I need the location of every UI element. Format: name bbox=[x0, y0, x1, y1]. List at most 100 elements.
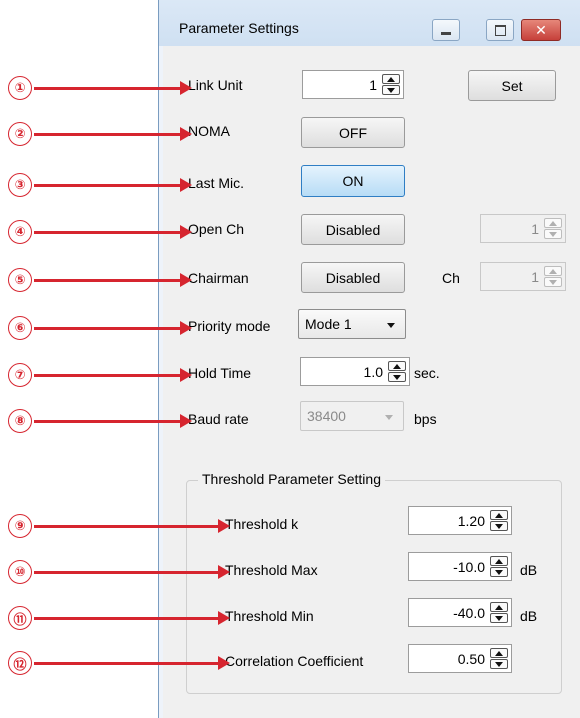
maximize-button[interactable] bbox=[486, 19, 514, 41]
callout-1: ① bbox=[8, 76, 192, 100]
hold-time-unit: sec. bbox=[414, 365, 440, 381]
arrow-right-icon bbox=[180, 178, 192, 192]
threshold-min-spinner[interactable]: -40.0 bbox=[408, 598, 512, 627]
callout-number: ⑧ bbox=[8, 409, 32, 433]
chairman-ch-label: Ch bbox=[442, 270, 460, 286]
arrow-right-icon bbox=[218, 565, 230, 579]
callout-arrow-line bbox=[34, 571, 222, 574]
priority-mode-select[interactable]: Mode 1 bbox=[298, 309, 406, 339]
callout-11: ⑪ bbox=[8, 606, 230, 630]
priority-mode-label: Priority mode bbox=[188, 318, 271, 334]
close-button[interactable]: ✕ bbox=[521, 19, 561, 41]
threshold-max-value: -10.0 bbox=[453, 559, 485, 575]
window-title: Parameter Settings bbox=[179, 20, 299, 36]
callout-number: ④ bbox=[8, 220, 32, 244]
priority-mode-value: Mode 1 bbox=[305, 316, 352, 332]
callout-8: ⑧ bbox=[8, 409, 192, 433]
callout-5: ⑤ bbox=[8, 268, 192, 292]
last-mic-toggle-button[interactable]: ON bbox=[301, 165, 405, 197]
threshold-max-spinner[interactable]: -10.0 bbox=[408, 552, 512, 581]
callout-arrow-line bbox=[34, 133, 184, 136]
threshold-max-unit: dB bbox=[520, 562, 538, 578]
link-unit-value: 1 bbox=[369, 77, 377, 93]
arrow-right-icon bbox=[180, 273, 192, 287]
spin-up-icon[interactable] bbox=[490, 602, 508, 612]
callout-number: ⑩ bbox=[8, 560, 32, 584]
hold-time-spinner[interactable]: 1.0 bbox=[300, 357, 410, 386]
spin-down-icon[interactable] bbox=[490, 567, 508, 577]
link-unit-spinner[interactable]: 1 bbox=[302, 70, 404, 99]
callout-number: ⑥ bbox=[8, 316, 32, 340]
chevron-down-icon bbox=[387, 323, 395, 328]
correlation-coefficient-value: 0.50 bbox=[457, 651, 485, 667]
chairman-label: Chairman bbox=[188, 270, 249, 286]
arrow-right-icon bbox=[180, 321, 192, 335]
spin-down-icon[interactable] bbox=[490, 521, 508, 531]
arrow-right-icon bbox=[180, 414, 192, 428]
chairman-ch-spinner: 1 bbox=[480, 262, 566, 291]
callout-2: ② bbox=[8, 122, 192, 146]
callout-9: ⑨ bbox=[8, 514, 230, 538]
noma-toggle-button[interactable]: OFF bbox=[301, 117, 405, 148]
threshold-min-value: -40.0 bbox=[453, 605, 485, 621]
chairman-toggle-button[interactable]: Disabled bbox=[301, 262, 405, 293]
spin-up-icon[interactable] bbox=[382, 74, 400, 84]
callout-arrow-line bbox=[34, 327, 184, 330]
spin-down-icon bbox=[544, 229, 562, 239]
spin-down-icon[interactable] bbox=[388, 372, 406, 382]
callout-arrow-line bbox=[34, 525, 222, 528]
baud-rate-select: 38400 bbox=[300, 401, 404, 431]
spin-down-icon[interactable] bbox=[490, 659, 508, 669]
callout-arrow-line bbox=[34, 184, 184, 187]
spin-up-icon[interactable] bbox=[388, 361, 406, 371]
noma-label: NOMA bbox=[188, 123, 230, 139]
open-ch-label: Open Ch bbox=[188, 221, 245, 237]
title-bar[interactable]: Parameter Settings ✕ bbox=[159, 0, 580, 46]
callout-arrow-line bbox=[34, 231, 184, 234]
maximize-icon bbox=[494, 24, 506, 36]
chevron-down-icon bbox=[385, 415, 393, 420]
callout-arrow-line bbox=[34, 420, 184, 423]
baud-rate-value: 38400 bbox=[307, 408, 346, 424]
open-ch-spinner: 1 bbox=[480, 214, 566, 243]
callout-10: ⑩ bbox=[8, 560, 230, 584]
threshold-min-unit: dB bbox=[520, 608, 538, 624]
arrow-right-icon bbox=[180, 368, 192, 382]
arrow-right-icon bbox=[180, 225, 192, 239]
spin-up-icon[interactable] bbox=[490, 648, 508, 658]
spin-down-icon[interactable] bbox=[490, 613, 508, 623]
chairman-channel-value: 1 bbox=[531, 269, 539, 285]
minimize-button[interactable] bbox=[432, 19, 460, 41]
baud-rate-label: Baud rate bbox=[188, 411, 249, 427]
arrow-right-icon bbox=[218, 656, 230, 670]
spin-up-icon[interactable] bbox=[490, 510, 508, 520]
callout-arrow-line bbox=[34, 662, 222, 665]
callout-number: ① bbox=[8, 76, 32, 100]
threshold-max-label: Threshold Max bbox=[225, 562, 318, 578]
last-mic-label: Last Mic. bbox=[188, 175, 245, 191]
callout-4: ④ bbox=[8, 220, 192, 244]
callout-number: ⑤ bbox=[8, 268, 32, 292]
set-button[interactable]: Set bbox=[468, 70, 556, 101]
callout-6: ⑥ bbox=[8, 316, 192, 340]
close-icon: ✕ bbox=[535, 21, 547, 38]
callout-12: ⑫ bbox=[8, 651, 230, 675]
callout-arrow-line bbox=[34, 374, 184, 377]
callout-number: ⑫ bbox=[8, 651, 32, 675]
minimize-icon bbox=[441, 32, 451, 35]
correlation-coefficient-spinner[interactable]: 0.50 bbox=[408, 644, 512, 673]
threshold-group-title: Threshold Parameter Setting bbox=[198, 471, 385, 487]
open-ch-toggle-button[interactable]: Disabled bbox=[301, 214, 405, 245]
spin-up-icon[interactable] bbox=[490, 556, 508, 566]
threshold-k-value: 1.20 bbox=[457, 513, 485, 529]
callout-number: ③ bbox=[8, 173, 32, 197]
spin-down-icon[interactable] bbox=[382, 85, 400, 95]
threshold-k-label: Threshold k bbox=[225, 516, 299, 532]
threshold-k-spinner[interactable]: 1.20 bbox=[408, 506, 512, 535]
open-ch-channel-value: 1 bbox=[531, 221, 539, 237]
callout-3: ③ bbox=[8, 173, 192, 197]
callout-number: ⑦ bbox=[8, 363, 32, 387]
spin-down-icon bbox=[544, 277, 562, 287]
arrow-right-icon bbox=[180, 81, 192, 95]
correlation-coefficient-label: Correlation Coefficient bbox=[225, 653, 364, 669]
